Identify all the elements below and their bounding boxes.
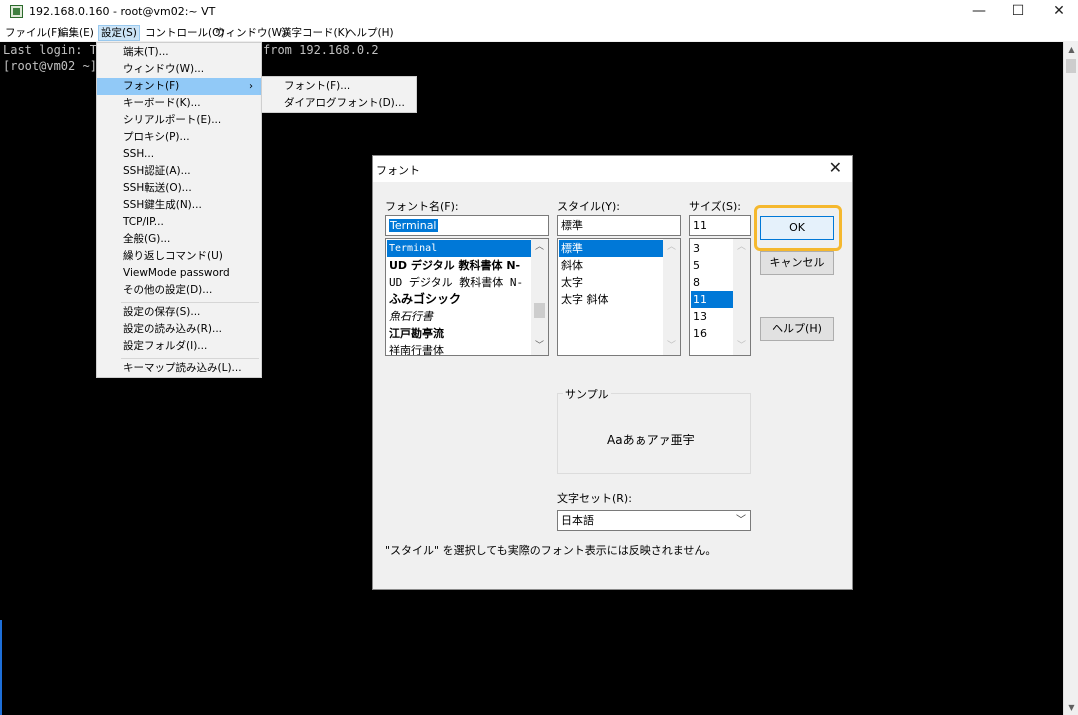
menu-help[interactable]: ヘルプ(H)	[344, 25, 396, 41]
menu-window[interactable]: ウィンドウ(W)	[213, 25, 288, 41]
menu-item-tcpip[interactable]: TCP/IP...	[97, 214, 261, 231]
menu-item-ssh-keygen[interactable]: SSH鍵生成(N)...	[97, 197, 261, 214]
font-list-item[interactable]: Terminal	[387, 240, 531, 257]
size-list-scrollbar[interactable]: ︿ ﹀	[733, 239, 750, 355]
font-name-label: フォント名(F):	[385, 200, 459, 213]
menu-item-viewmode-password[interactable]: ViewMode password	[97, 265, 261, 282]
dialog-close-icon[interactable]: ✕	[829, 158, 842, 177]
submenu-item-dialog-font[interactable]: ダイアログフォント(D)...	[262, 95, 416, 112]
size-input[interactable]: 11	[689, 215, 751, 236]
font-name-input[interactable]: Terminal	[385, 215, 549, 236]
menu-item-restore-setup[interactable]: 設定の読み込み(R)...	[97, 321, 261, 338]
menu-separator	[121, 358, 259, 359]
scroll-up-icon[interactable]: ︿	[531, 239, 548, 256]
style-input[interactable]: 標準	[557, 215, 681, 236]
style-list[interactable]: 標準 斜体 太字 太字 斜体 ︿ ﹀	[557, 238, 681, 356]
menu-item-ssh[interactable]: SSH...	[97, 146, 261, 163]
menu-separator	[121, 302, 259, 303]
style-list-item[interactable]: 太字	[559, 274, 663, 291]
close-window-icon[interactable]: ✕	[1036, 0, 1078, 24]
scrollbar-thumb[interactable]	[1066, 59, 1076, 73]
menu-item-keyboard[interactable]: キーボード(K)...	[97, 95, 261, 112]
style-list-item[interactable]: 標準	[559, 240, 663, 257]
menu-item-proxy[interactable]: プロキシ(P)...	[97, 129, 261, 146]
font-submenu: フォント(F)... ダイアログフォント(D)...	[261, 76, 417, 113]
scroll-down-icon[interactable]: ▼	[1064, 700, 1078, 715]
style-note: "スタイル" を選択しても実際のフォント表示には反映されません。	[385, 544, 717, 557]
size-list-item[interactable]: 8	[691, 274, 733, 291]
settings-menu: 端末(T)... ウィンドウ(W)... フォント(F) › キーボード(K).…	[96, 42, 262, 378]
charset-value: 日本語	[561, 514, 594, 527]
scroll-up-icon[interactable]: ▲	[1064, 42, 1078, 57]
size-list[interactable]: 3 5 8 11 13 16 ︿ ﹀	[689, 238, 751, 356]
dialog-title: フォント	[376, 164, 420, 177]
terminal-line-2: [root@vm02 ~]	[3, 59, 97, 73]
menu-item-general[interactable]: 全般(G)...	[97, 231, 261, 248]
chevron-down-icon: ﹀	[736, 515, 746, 526]
scroll-down-icon[interactable]: ﹀	[733, 338, 750, 355]
dialog-title-bar: フォント ✕	[373, 156, 852, 182]
menu-edit[interactable]: 編集(E)	[56, 25, 96, 41]
menu-settings[interactable]: 設定(S)	[98, 25, 140, 41]
cancel-button[interactable]: キャンセル	[760, 251, 834, 275]
sample-text: Aaあぁアァ亜宇	[607, 433, 695, 447]
menu-item-serial-port[interactable]: シリアルポート(E)...	[97, 112, 261, 129]
ok-button[interactable]: OK	[760, 216, 834, 240]
menu-bar: ファイル(F) 編集(E) 設定(S) コントロール(O) ウィンドウ(W) 漢…	[0, 24, 1078, 42]
menu-item-font-label: フォント(F)	[123, 80, 180, 92]
style-list-scrollbar[interactable]: ︿ ﹀	[663, 239, 680, 355]
font-list-item[interactable]: 魚石行書	[387, 308, 531, 325]
menu-item-setup-folder[interactable]: 設定フォルダ(I)...	[97, 338, 261, 355]
font-list-item[interactable]: UD デジタル 教科書体 N-	[387, 274, 531, 291]
font-list-item[interactable]: 江戸勘亭流	[387, 325, 531, 342]
help-button[interactable]: ヘルプ(H)	[760, 317, 834, 341]
scroll-down-icon[interactable]: ﹀	[663, 338, 680, 355]
menu-item-font[interactable]: フォント(F) ›	[97, 78, 261, 95]
font-name-list[interactable]: Terminal UD デジタル 教科書体 N- UD デジタル 教科書体 N-…	[385, 238, 549, 356]
menu-item-other-settings[interactable]: その他の設定(D)...	[97, 282, 261, 299]
scrollbar-thumb[interactable]	[534, 303, 545, 318]
charset-select[interactable]: 日本語 ﹀	[557, 510, 751, 531]
teraterm-app-icon[interactable]	[10, 5, 23, 18]
scroll-up-icon[interactable]: ︿	[733, 239, 750, 256]
size-list-item[interactable]: 3	[691, 240, 733, 257]
style-list-item[interactable]: 太字 斜体	[559, 291, 663, 308]
size-label: サイズ(S):	[689, 200, 741, 213]
size-list-item[interactable]: 5	[691, 257, 733, 274]
charset-label: 文字セット(R):	[557, 492, 632, 505]
size-list-item[interactable]: 16	[691, 325, 733, 342]
menu-item-ssh-forward[interactable]: SSH転送(O)...	[97, 180, 261, 197]
menu-file[interactable]: ファイル(F)	[3, 25, 63, 41]
style-label: スタイル(Y):	[557, 200, 621, 213]
menu-item-load-keymap[interactable]: キーマップ読み込み(L)...	[97, 360, 261, 377]
font-list-scrollbar[interactable]: ︿ ﹀	[531, 239, 548, 355]
font-list-item[interactable]: ふみゴシック	[387, 291, 531, 308]
scroll-down-icon[interactable]: ﹀	[531, 338, 548, 355]
size-list-item[interactable]: 11	[691, 291, 733, 308]
font-list-item[interactable]: UD デジタル 教科書体 N-	[387, 257, 531, 274]
left-edge-accent	[0, 620, 2, 715]
menu-kanji-code[interactable]: 漢字コード(K)	[279, 25, 351, 41]
font-name-value: Terminal	[389, 219, 438, 232]
style-list-item[interactable]: 斜体	[559, 257, 663, 274]
size-list-item[interactable]: 13	[691, 308, 733, 325]
sample-label: サンプル	[563, 386, 611, 402]
submenu-item-font[interactable]: フォント(F)...	[262, 78, 416, 95]
menu-item-save-setup[interactable]: 設定の保存(S)...	[97, 304, 261, 321]
scroll-up-icon[interactable]: ︿	[663, 239, 680, 256]
terminal-line-1-tail: from 192.168.0.2	[263, 43, 379, 57]
menu-item-repeat-command[interactable]: 繰り返しコマンド(U)	[97, 248, 261, 265]
font-list-item[interactable]: 祥南行書体	[387, 342, 531, 355]
terminal-line-1: Last login: Tu	[3, 43, 105, 57]
submenu-arrow-icon: ›	[249, 81, 253, 92]
window-title: 192.168.0.160 - root@vm02:~ VT	[29, 5, 216, 18]
maximize-icon[interactable]: ☐	[995, 0, 1041, 24]
menu-item-window[interactable]: ウィンドウ(W)...	[97, 61, 261, 78]
font-dialog: フォント ✕ フォント名(F): Terminal Terminal UD デジ…	[372, 155, 853, 590]
title-bar: 192.168.0.160 - root@vm02:~ VT — ☐ ✕	[0, 0, 1078, 24]
menu-item-ssh-auth[interactable]: SSH認証(A)...	[97, 163, 261, 180]
terminal-scrollbar[interactable]: ▲ ▼	[1063, 42, 1078, 715]
menu-item-terminal[interactable]: 端末(T)...	[97, 44, 261, 61]
